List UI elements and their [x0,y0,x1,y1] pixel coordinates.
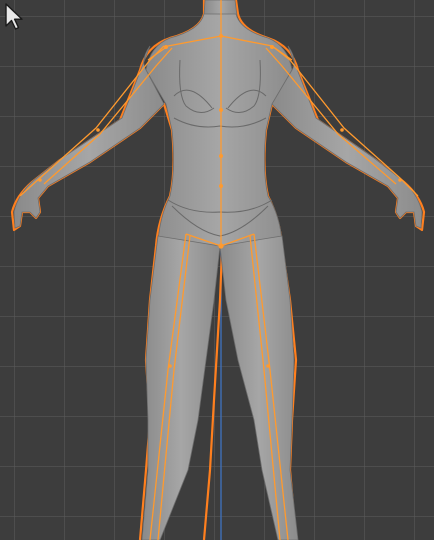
humanoid-mesh[interactable] [13,0,423,540]
right-arm [271,45,423,229]
viewport-scene[interactable] [0,0,434,540]
arrow-cursor-icon [5,3,23,30]
torso [145,13,293,251]
3d-viewport[interactable] [0,0,434,540]
left-arm [13,45,165,229]
